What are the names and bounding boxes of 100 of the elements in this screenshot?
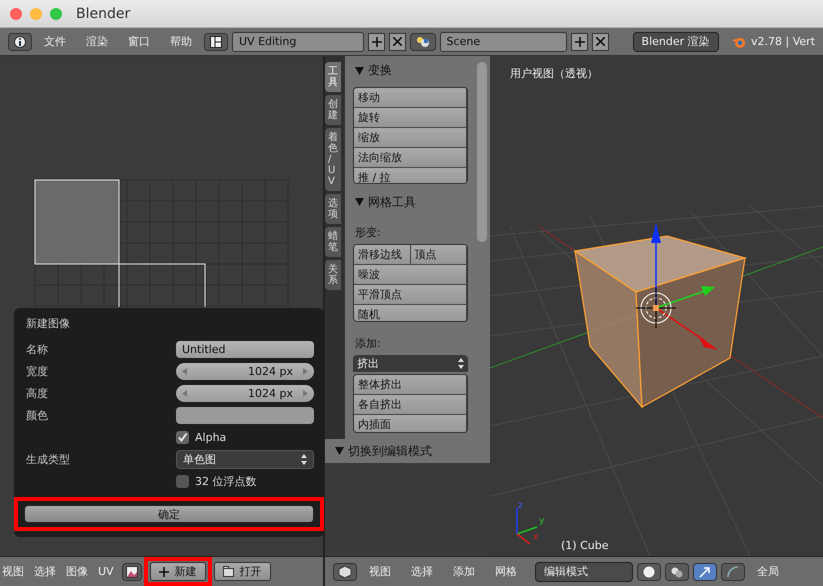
sidebar-tab[interactable]: 蜡笔 (325, 227, 341, 257)
name-field[interactable]: Untitled (176, 341, 314, 358)
add-button[interactable] (368, 32, 385, 50)
new-button[interactable]: 新建 (150, 562, 206, 581)
cube-icon (339, 566, 351, 578)
tool-button[interactable]: 移动 (354, 88, 467, 108)
field-label: 颜色 (25, 408, 49, 423)
checkbox[interactable] (176, 475, 189, 488)
panel-header[interactable]: 变换 (353, 60, 468, 85)
arc-icon (727, 566, 739, 578)
up-down-arrows-icon (458, 358, 464, 369)
collapse-triangle-icon (355, 66, 364, 74)
menu-item[interactable]: 文件 (36, 34, 74, 49)
screen-layout-field[interactable]: UV Editing (232, 32, 364, 52)
menu-item[interactable]: 视图 (0, 564, 30, 579)
delete-button[interactable] (388, 32, 406, 50)
scrollbar-thumb[interactable] (477, 62, 487, 242)
close-icon (596, 37, 605, 46)
orientation-dropdown[interactable]: 全局 (749, 564, 787, 579)
left-arrow-icon (182, 368, 187, 375)
tool-button[interactable]: 缩放 (354, 128, 467, 148)
tool-button[interactable]: 噪波 (354, 264, 467, 285)
tool-button[interactable]: 各自挤出 (354, 395, 467, 416)
checkbox-label: 32 位浮点数 (195, 474, 256, 489)
sidebar-tab[interactable]: 创建 (325, 95, 341, 125)
section-label: 形变: (354, 224, 382, 241)
checkbox-label: Alpha (195, 431, 226, 444)
window-title: Blender (76, 6, 130, 22)
scene-button[interactable] (410, 32, 436, 50)
collapse-triangle-icon (335, 447, 344, 455)
menu-item[interactable]: 选择 (32, 564, 62, 579)
plus-icon (574, 36, 585, 46)
extrude-dropdown[interactable]: 挤出 (353, 354, 468, 372)
menu-item[interactable]: 视图 (361, 564, 399, 579)
menu-item[interactable]: 图像 (64, 564, 94, 579)
color-swatch[interactable] (176, 407, 314, 424)
viewport-title: 用户视图（透视） (510, 66, 598, 81)
tool-button[interactable]: 整体挤出 (354, 375, 467, 396)
pivot-button[interactable] (665, 562, 689, 580)
tool-button[interactable]: 平滑顶点 (354, 284, 467, 305)
collapse-triangle-icon (355, 198, 364, 206)
section-label: 添加: (354, 336, 382, 352)
axis-label: y (539, 516, 544, 526)
plus-icon (372, 36, 382, 46)
panel-header[interactable]: 网格工具 (353, 192, 468, 217)
sidebar-tab[interactable]: 着色 / UV (325, 128, 341, 191)
sphere-icon (643, 566, 655, 578)
number-field[interactable]: 1024 px (176, 363, 314, 380)
layout-icon (210, 36, 222, 48)
close-icon (392, 37, 402, 46)
scene-field[interactable]: Scene (440, 32, 568, 52)
menu-item[interactable]: 添加 (445, 564, 483, 579)
dialog-title: 新建图像 (25, 316, 71, 332)
editor-type-button[interactable] (8, 32, 32, 50)
info-icon (14, 36, 26, 48)
shading-button[interactable] (637, 562, 661, 580)
field-label: 高度 (25, 386, 49, 401)
object-label: (1) Cube (561, 539, 608, 552)
version-info: v2.78 | Vert (751, 35, 816, 48)
number-field[interactable]: 1024 px (176, 385, 314, 402)
tool-button[interactable]: 随机 (354, 304, 467, 321)
checkbox[interactable] (176, 431, 189, 444)
tool-button[interactable]: 推 / 拉 (354, 168, 467, 183)
manipulator-button[interactable] (693, 562, 717, 580)
menu-item[interactable]: 选择 (403, 564, 441, 579)
up-down-arrows-icon (301, 454, 307, 465)
render-engine-dropdown[interactable]: Blender 渲染 (632, 32, 719, 52)
right-arrow-icon (303, 368, 308, 375)
rotate-button[interactable] (721, 562, 745, 580)
menu-item[interactable]: 帮助 (162, 34, 200, 49)
editor-type-button[interactable] (333, 562, 357, 580)
tool-button[interactable]: 顶点 (410, 244, 467, 265)
menu-item[interactable]: 渲染 (78, 34, 116, 49)
axis-label: x (533, 532, 538, 542)
plus-icon (158, 566, 169, 576)
tool-button[interactable]: 旋转 (354, 108, 467, 128)
scene-icon (416, 36, 430, 48)
menu-item[interactable]: 网格 (487, 564, 525, 579)
generated-type-dropdown[interactable]: 单色图 (176, 450, 314, 469)
menu-item[interactable]: UV (96, 565, 120, 578)
tool-button[interactable]: 内插面 (354, 415, 467, 432)
image-browse-button[interactable] (122, 562, 142, 580)
layout-button[interactable] (204, 32, 228, 50)
open-button[interactable]: 打开 (214, 562, 271, 581)
sidebar-tab[interactable]: 工具 (325, 62, 341, 92)
add-button[interactable] (571, 32, 588, 50)
sidebar-tab[interactable]: 选项 (325, 194, 341, 224)
sidebar-tab[interactable]: 关系 (325, 260, 341, 290)
mode-dropdown[interactable]: 编辑模式 (535, 562, 633, 582)
panel-header[interactable]: 切换到编辑模式 (325, 439, 490, 463)
confirm-button[interactable]: 确定 (24, 505, 314, 523)
arrow-icon (699, 566, 711, 578)
field-label: 名称 (25, 342, 49, 357)
field-label: 生成类型 (25, 452, 71, 467)
tool-button[interactable]: 滑移边线 (354, 244, 410, 265)
field-label: 宽度 (25, 364, 49, 379)
axis-indicator-icon (516, 508, 538, 545)
menu-item[interactable]: 窗口 (120, 34, 158, 49)
delete-button[interactable] (592, 32, 609, 50)
tool-button[interactable]: 法向缩放 (354, 148, 467, 168)
